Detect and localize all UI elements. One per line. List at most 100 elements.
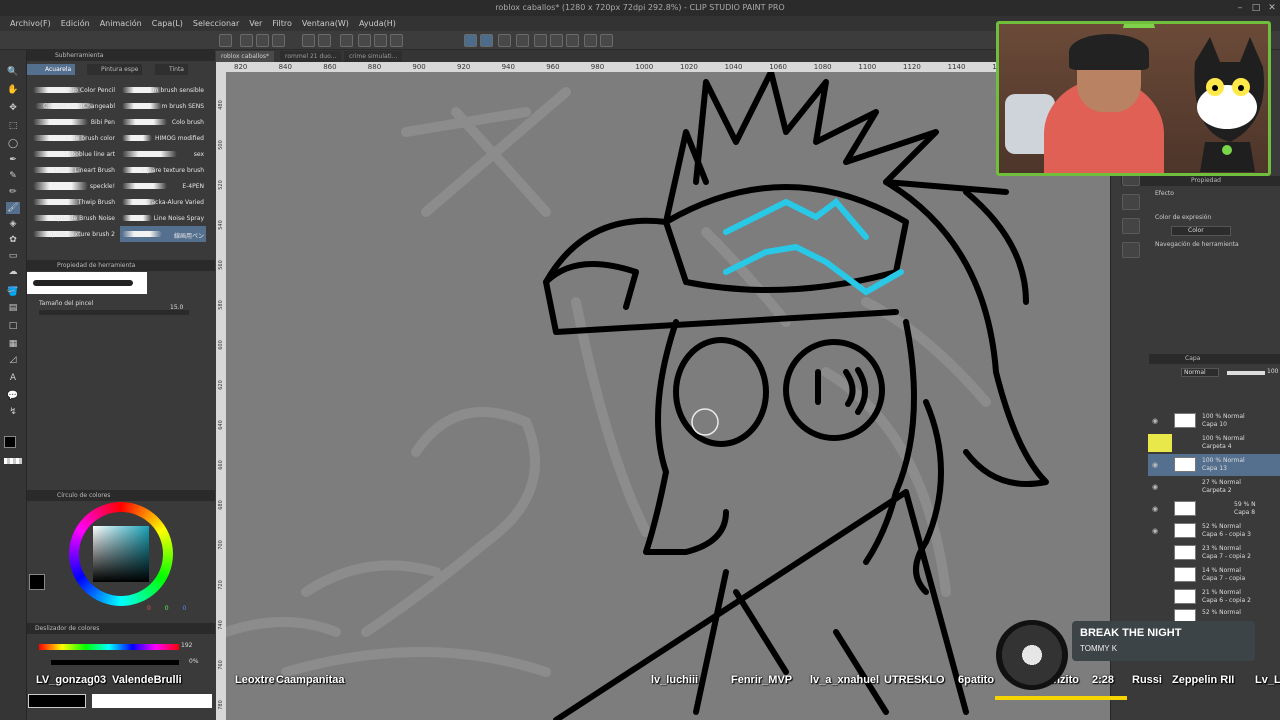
snap-special-icon[interactable]: [480, 34, 493, 47]
lasso-icon[interactable]: ◯: [6, 138, 20, 150]
color-history-swatch[interactable]: [28, 694, 86, 708]
eraser-icon[interactable]: ▭: [6, 250, 20, 262]
transparent-swatch[interactable]: [4, 458, 22, 464]
blend-mode-select[interactable]: Normal: [1181, 368, 1219, 377]
pencil-icon[interactable]: ✏: [6, 186, 20, 198]
layer-row[interactable]: 100 % Normal Carpeta 4: [1148, 432, 1280, 454]
list-item[interactable]: Comic Lineart Brush: [27, 162, 117, 178]
eyedropper-icon[interactable]: ✒: [6, 154, 20, 166]
figure-icon[interactable]: □: [6, 320, 20, 332]
layer-row[interactable]: ◉ 100 % Normal Capa 10: [1148, 410, 1280, 432]
brush-icon[interactable]: 🖌: [6, 202, 20, 214]
guide-icon[interactable]: [584, 34, 597, 47]
airbrush-icon[interactable]: ◈: [6, 218, 20, 230]
layer-row[interactable]: 21 % Normal Capa 6 - copia 2: [1148, 586, 1280, 608]
menu-ventana[interactable]: Ventana(W): [298, 16, 355, 31]
value-slider[interactable]: [51, 660, 179, 665]
list-item[interactable]: Speckle Brush Noise: [27, 210, 117, 226]
layer-row[interactable]: 14 % Normal Capa 7 - copia: [1148, 564, 1280, 586]
transform-icon[interactable]: [390, 34, 403, 47]
menu-filtro[interactable]: Filtro: [268, 16, 298, 31]
eye-icon[interactable]: ◉: [1152, 505, 1158, 513]
new-file-icon[interactable]: [219, 34, 232, 47]
panel-icon[interactable]: [1122, 194, 1140, 210]
clear-outside-icon[interactable]: [358, 34, 371, 47]
layer-row[interactable]: ◉ 52 % Normal Capa 6 - copia 3: [1148, 520, 1280, 542]
maximize-icon[interactable]: □: [1248, 0, 1264, 16]
layer-row[interactable]: ◉ 27 % Normal Carpeta 2: [1148, 476, 1280, 498]
list-item[interactable]: square texture brush: [120, 162, 206, 178]
color-wheel[interactable]: [69, 502, 173, 606]
gradient-icon[interactable]: ▤: [6, 302, 20, 314]
opacity-slider[interactable]: [1227, 371, 1265, 375]
correct-line-icon[interactable]: ↯: [6, 406, 20, 418]
balloon-icon[interactable]: 💬: [6, 390, 20, 402]
canvas-area[interactable]: roblox caballos* rommel 21 duo... crime …: [216, 50, 1110, 720]
hand-icon[interactable]: ✋: [6, 84, 20, 96]
export-icon[interactable]: [272, 34, 285, 47]
brush-size-slider[interactable]: [39, 310, 189, 315]
panel-icon[interactable]: [1122, 242, 1140, 258]
undo-icon[interactable]: [302, 34, 315, 47]
list-item[interactable]: Colored Tree(Changeabl: [27, 98, 117, 114]
redo-icon[interactable]: [318, 34, 331, 47]
frame-icon[interactable]: ▦: [6, 338, 20, 350]
tab-pintura[interactable]: Pintura espe: [87, 64, 143, 75]
layer-row[interactable]: 23 % Normal Capa 7 - copia 2: [1148, 542, 1280, 564]
tab-crime[interactable]: crime simulati...: [344, 51, 403, 62]
main-color-swatch[interactable]: [29, 574, 45, 590]
tab-roblox-caballos[interactable]: roblox caballos*: [216, 51, 275, 62]
open-icon[interactable]: [240, 34, 253, 47]
list-item[interactable]: Line Noise Spray: [120, 210, 206, 226]
menu-edicion[interactable]: Edición: [57, 16, 96, 31]
eye-icon[interactable]: ◉: [1152, 461, 1158, 469]
move-icon[interactable]: ✥: [6, 102, 20, 114]
ruler-icon[interactable]: [498, 34, 511, 47]
menu-animacion[interactable]: Animación: [96, 16, 148, 31]
drawing-canvas[interactable]: [226, 72, 1110, 720]
tab-rommel[interactable]: rommel 21 duo...: [280, 51, 342, 62]
rotate-icon[interactable]: [516, 34, 529, 47]
minimize-icon[interactable]: –: [1232, 0, 1248, 16]
flip-icon[interactable]: [534, 34, 547, 47]
menu-archivo[interactable]: Archivo(F): [6, 16, 57, 31]
text-icon[interactable]: A: [6, 372, 20, 384]
menu-ver[interactable]: Ver: [245, 16, 268, 31]
list-item[interactable]: speckle!: [27, 178, 117, 194]
zoom-icon[interactable]: 🔍: [6, 66, 20, 78]
clear-icon[interactable]: [340, 34, 353, 47]
list-item[interactable]: m brush SENS: [120, 98, 206, 114]
save-icon[interactable]: [256, 34, 269, 47]
grid-icon[interactable]: [566, 34, 579, 47]
list-item[interactable]: Colo brush: [120, 114, 206, 130]
menu-seleccionar[interactable]: Seleccionar: [189, 16, 245, 31]
fill-icon[interactable]: [374, 34, 387, 47]
close-icon[interactable]: ✕: [1264, 0, 1280, 16]
tab-acuarela[interactable]: Acuarela: [27, 64, 76, 75]
hue-slider[interactable]: [39, 644, 179, 650]
color-history-swatch[interactable]: [92, 694, 212, 708]
list-item[interactable]: Suboblue line art: [27, 146, 117, 162]
list-item[interactable]: Bibi Pen: [27, 114, 117, 130]
display-icon[interactable]: [600, 34, 613, 47]
main-color-swatch[interactable]: [4, 436, 16, 448]
fit-icon[interactable]: [550, 34, 563, 47]
list-item[interactable]: square texture brush 2: [27, 226, 117, 242]
eye-icon[interactable]: ◉: [1152, 483, 1158, 491]
list-item[interactable]: Kracka-Alure Varied: [120, 194, 206, 210]
eye-icon[interactable]: ◉: [1152, 527, 1158, 535]
list-item[interactable]: E-4PEN: [120, 178, 206, 194]
layer-row[interactable]: ◉ 100 % Normal Capa 13: [1148, 454, 1280, 476]
list-item[interactable]: HIMOG modified: [120, 130, 206, 146]
pen-icon[interactable]: ✎: [6, 170, 20, 182]
fill-bucket-icon[interactable]: 🪣: [6, 286, 20, 298]
expression-select[interactable]: Color: [1171, 226, 1231, 236]
list-item[interactable]: Thwip Brush: [27, 194, 117, 210]
snap-ruler-icon[interactable]: [464, 34, 477, 47]
menu-ayuda[interactable]: Ayuda(H): [355, 16, 402, 31]
list-item[interactable]: Shio Color Pencil: [27, 82, 117, 98]
list-item[interactable]: 線画用ペン: [120, 226, 206, 242]
list-item[interactable]: m brush sensible: [120, 82, 206, 98]
panel-icon[interactable]: [1122, 218, 1140, 234]
ruler-tool-icon[interactable]: ◿: [6, 354, 20, 366]
